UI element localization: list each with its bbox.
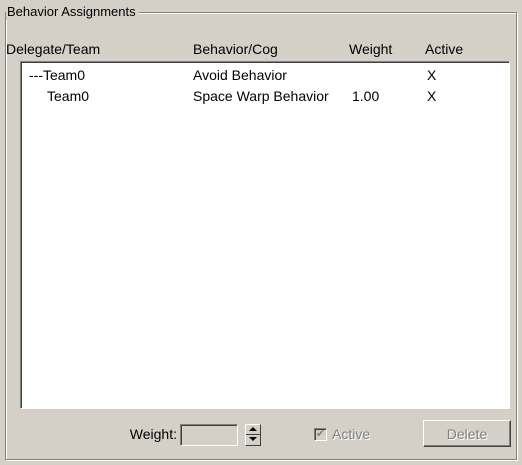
group-title: Behavior Assignments bbox=[6, 4, 139, 20]
column-header-delegate-team: Delegate/Team bbox=[6, 41, 101, 57]
spinner-up-arrow-icon[interactable] bbox=[249, 427, 257, 431]
column-header-weight: Weight bbox=[349, 41, 393, 57]
weight-spinner-button[interactable] bbox=[245, 424, 261, 446]
weight-cell: 1.00 bbox=[352, 88, 380, 104]
active-cell: X bbox=[427, 88, 437, 104]
column-header-behavior-cog: Behavior/Cog bbox=[193, 41, 278, 57]
behavior-cog-cell: Space Warp Behavior bbox=[193, 88, 329, 104]
spinner-down-arrow-icon[interactable] bbox=[249, 437, 257, 441]
active-checkbox-label: Active bbox=[332, 426, 371, 442]
delegate-team-cell: ---Team0 bbox=[29, 67, 86, 83]
active-cell: X bbox=[427, 67, 437, 83]
delegate-team-cell: Team0 bbox=[47, 88, 90, 104]
list-row[interactable]: Team0 Space Warp Behavior 1.00 X bbox=[21, 86, 509, 106]
active-checkbox[interactable]: ✔ bbox=[314, 428, 327, 441]
list-row[interactable]: ---Team0 Avoid Behavior X bbox=[21, 65, 509, 85]
delete-button[interactable]: Delete bbox=[423, 420, 511, 447]
behavior-assignments-list[interactable]: ---Team0 Avoid Behavior X Team0 Space Wa… bbox=[20, 61, 510, 409]
weight-label: Weight: bbox=[129, 426, 177, 442]
column-header-active: Active bbox=[425, 41, 464, 57]
weight-input[interactable] bbox=[180, 424, 238, 446]
behavior-cog-cell: Avoid Behavior bbox=[193, 67, 287, 83]
